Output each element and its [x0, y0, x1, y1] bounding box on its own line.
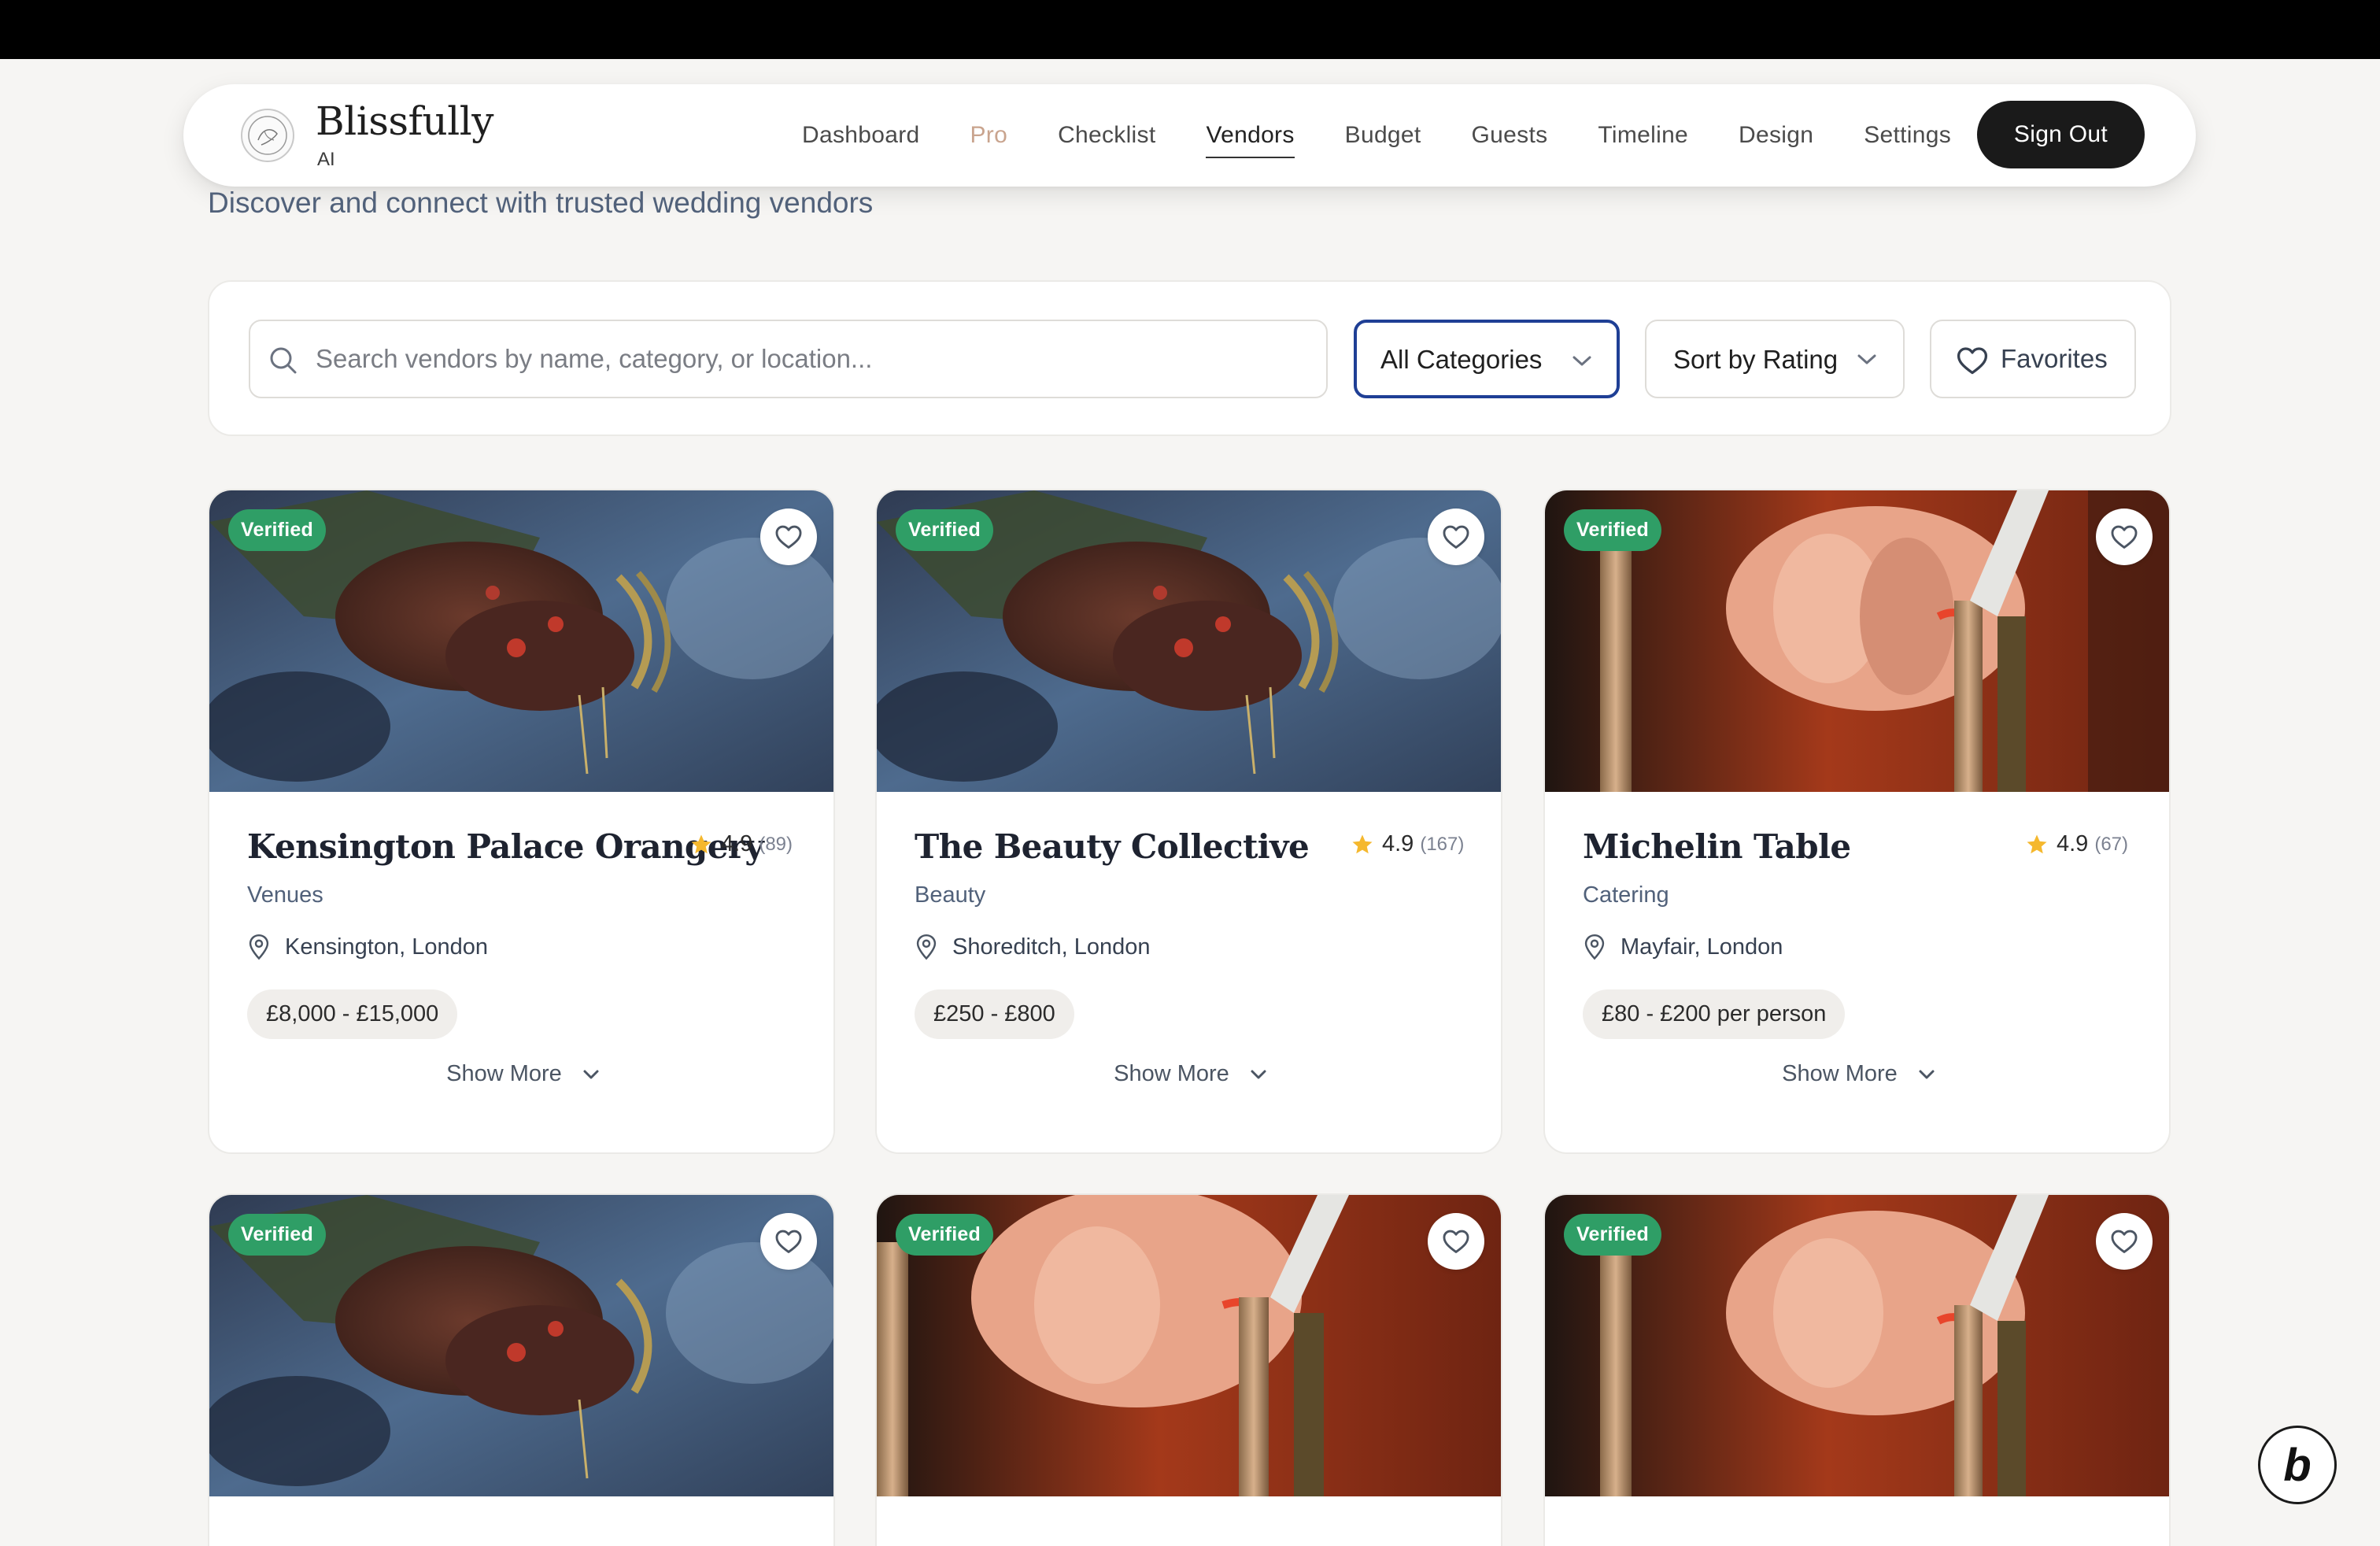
vendor-category: Beauty [915, 882, 986, 908]
favorites-button[interactable]: Favorites [1930, 320, 2136, 398]
star-icon [691, 834, 711, 853]
nav-links: Dashboard Pro Checklist Vendors Budget G… [802, 84, 2001, 187]
vendor-card[interactable]: Verified [208, 1193, 835, 1546]
heart-icon [1443, 525, 1469, 549]
vendor-card[interactable]: Verified The Beauty Collective 4.9 (167)… [875, 489, 1502, 1154]
vendor-category: Catering [1583, 882, 1669, 908]
search-placeholder: Search vendors by name, category, or loc… [316, 344, 873, 373]
heart-icon [1957, 347, 1988, 375]
vendor-rating: 4.9 (167) [1351, 831, 1464, 857]
nav-design[interactable]: Design [1739, 122, 1813, 149]
show-more-label: Show More [446, 1061, 562, 1086]
vendor-location: Kensington, London [247, 934, 488, 960]
review-count: (167) [1420, 833, 1465, 855]
location-text: Mayfair, London [1621, 934, 1783, 960]
location-text: Shoreditch, London [952, 934, 1151, 960]
vendor-rating: 4.9 (67) [2025, 831, 2128, 857]
vendor-category: Venues [247, 882, 323, 908]
favorite-toggle-button[interactable] [1428, 1213, 1484, 1270]
map-pin-icon [249, 934, 269, 960]
brand-logo-icon[interactable] [241, 109, 294, 162]
vendor-location: Mayfair, London [1583, 934, 1783, 960]
show-more-button[interactable]: Show More [877, 1061, 1501, 1087]
verified-badge: Verified [1564, 1214, 1661, 1256]
page-subtitle: Discover and connect with trusted weddin… [208, 187, 874, 219]
price-range: £80 - £200 per person [1583, 989, 1846, 1039]
sign-out-button[interactable]: Sign Out [1977, 101, 2145, 168]
review-count: (67) [2094, 833, 2129, 855]
favorite-toggle-button[interactable] [760, 1213, 817, 1270]
favorite-toggle-button[interactable] [760, 509, 817, 565]
price-range: £8,000 - £15,000 [247, 989, 458, 1039]
vendor-location: Shoreditch, London [915, 934, 1151, 960]
sort-select[interactable]: Sort by Rating [1645, 320, 1905, 398]
nav-guests[interactable]: Guests [1472, 122, 1548, 149]
vendor-card[interactable]: Verified [1543, 1193, 2171, 1546]
vendor-card[interactable]: Verified Kensington Palace Orangery 4.9 … [208, 489, 835, 1154]
category-select[interactable]: All Categories [1354, 320, 1620, 398]
vendor-card[interactable]: Verified Michelin Table 4.9 (67) Caterin… [1543, 489, 2171, 1154]
brand-name[interactable]: Blissfully [316, 98, 493, 144]
favorite-toggle-button[interactable] [2096, 509, 2153, 565]
heart-icon [775, 1230, 802, 1253]
star-icon [2027, 834, 2047, 853]
nav-vendors[interactable]: Vendors [1206, 122, 1295, 158]
chevron-down-icon [1919, 1070, 1935, 1079]
heart-icon [775, 525, 802, 549]
search-icon [270, 347, 297, 374]
map-pin-icon [916, 934, 937, 960]
favorites-label: Favorites [2001, 344, 2108, 373]
vendor-rating: 4.9 (89) [689, 831, 793, 857]
heart-icon [1443, 1230, 1469, 1253]
nav-timeline[interactable]: Timeline [1598, 122, 1688, 149]
review-count: (89) [759, 833, 793, 855]
rating-value: 4.9 [721, 831, 753, 856]
filter-panel: Search vendors by name, category, or loc… [208, 280, 2171, 436]
star-icon [1352, 834, 1373, 853]
search-input[interactable]: Search vendors by name, category, or loc… [249, 320, 1328, 398]
vendor-card[interactable]: Verified [875, 1193, 1502, 1546]
show-more-button[interactable]: Show More [209, 1061, 833, 1087]
vendor-name[interactable]: Michelin Table [1583, 827, 1851, 866]
verified-badge: Verified [896, 509, 993, 551]
nav-budget[interactable]: Budget [1345, 122, 1421, 149]
show-more-label: Show More [1114, 1061, 1229, 1086]
top-black-bar [0, 0, 2380, 59]
top-navbar: Blissfully AI Dashboard Pro Checklist Ve… [183, 84, 2196, 187]
chevron-down-icon [1857, 354, 1876, 364]
map-pin-icon [1584, 934, 1605, 960]
verified-badge: Verified [228, 1214, 326, 1256]
vendor-name[interactable]: The Beauty Collective [915, 827, 1310, 866]
chevron-down-icon [1572, 356, 1591, 366]
heart-icon [2111, 525, 2138, 549]
nav-pro[interactable]: Pro [970, 122, 1007, 149]
heart-icon [2111, 1230, 2138, 1253]
category-select-value: All Categories [1380, 345, 1543, 374]
chevron-down-icon [583, 1070, 599, 1079]
favorite-toggle-button[interactable] [2096, 1213, 2153, 1270]
nav-dashboard[interactable]: Dashboard [802, 122, 919, 149]
brand-sub: AI [317, 149, 335, 170]
rating-value: 4.9 [1382, 831, 1414, 856]
bolt-badge-logo[interactable]: b [2258, 1426, 2337, 1504]
nav-settings[interactable]: Settings [1864, 122, 1951, 149]
nav-checklist[interactable]: Checklist [1058, 122, 1155, 149]
chevron-down-icon [1251, 1070, 1266, 1079]
verified-badge: Verified [896, 1214, 993, 1256]
show-more-button[interactable]: Show More [1545, 1061, 2169, 1087]
vendor-name[interactable]: Kensington Palace Orangery [247, 827, 764, 866]
favorite-toggle-button[interactable] [1428, 509, 1484, 565]
price-range: £250 - £800 [915, 989, 1074, 1039]
location-text: Kensington, London [285, 934, 488, 960]
show-more-label: Show More [1782, 1061, 1898, 1086]
verified-badge: Verified [1564, 509, 1661, 551]
rating-value: 4.9 [2057, 831, 2089, 856]
sort-select-value: Sort by Rating [1673, 345, 1839, 374]
verified-badge: Verified [228, 509, 326, 551]
